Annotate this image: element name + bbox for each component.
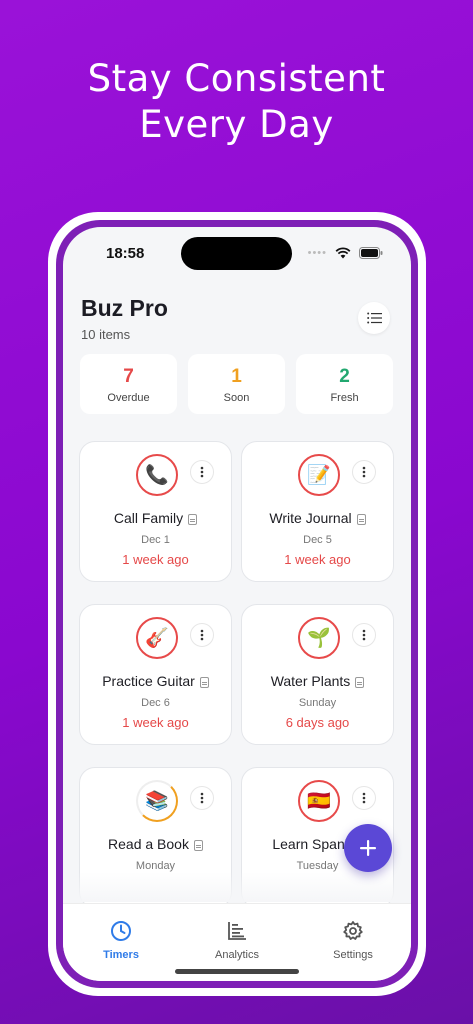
card-elapsed: 1 week ago bbox=[122, 715, 189, 730]
card-title: Water Plants bbox=[242, 673, 393, 689]
card-title-text: Read a Book bbox=[108, 836, 189, 852]
spain-flag-icon: 🇪🇸 bbox=[298, 780, 340, 822]
card-title-text: Practice Guitar bbox=[102, 673, 195, 689]
note-icon bbox=[193, 839, 203, 851]
bar-chart-icon bbox=[228, 922, 246, 940]
timer-card-write-journal[interactable]: 📝 Write Journal Dec 5 1 week ago bbox=[241, 441, 394, 582]
more-options-button[interactable] bbox=[352, 623, 376, 647]
card-title: Read a Book bbox=[80, 836, 231, 852]
more-vertical-icon bbox=[362, 792, 366, 804]
stat-fresh-value: 2 bbox=[339, 366, 350, 387]
timer-card-water-plants[interactable]: 🌱 Water Plants Sunday 6 days ago bbox=[241, 604, 394, 745]
tab-analytics[interactable]: Analytics bbox=[187, 920, 287, 961]
timer-card-call-family[interactable]: 📞 Call Family Dec 1 1 week ago bbox=[79, 441, 232, 582]
more-vertical-icon bbox=[362, 629, 366, 641]
tab-settings[interactable]: Settings bbox=[303, 920, 403, 961]
books-icon: 📚 bbox=[136, 780, 178, 822]
phone-screen: 18:58 •••• Buz Pro 10 items 7 Overdue 1 … bbox=[63, 227, 411, 981]
headline: Stay Consistent Every Day bbox=[0, 56, 473, 148]
scroll-fade bbox=[63, 872, 411, 902]
card-title: Call Family bbox=[80, 510, 231, 526]
card-title: Practice Guitar bbox=[80, 673, 231, 689]
headline-line-2: Every Day bbox=[139, 103, 334, 146]
list-icon bbox=[366, 312, 382, 324]
card-elapsed: 1 week ago bbox=[284, 552, 351, 567]
stat-soon[interactable]: 1 Soon bbox=[188, 354, 285, 414]
stat-overdue-label: Overdue bbox=[107, 392, 150, 404]
wifi-icon bbox=[335, 247, 351, 259]
headline-line-1: Stay Consistent bbox=[87, 57, 386, 100]
card-elapsed: 1 week ago bbox=[122, 552, 189, 567]
more-options-button[interactable] bbox=[352, 460, 376, 484]
card-title: Write Journal bbox=[242, 510, 393, 526]
card-date: Monday bbox=[135, 860, 176, 872]
more-options-button[interactable] bbox=[190, 623, 214, 647]
list-view-button[interactable] bbox=[358, 302, 390, 334]
stat-soon-value: 1 bbox=[231, 366, 242, 387]
stat-fresh-label: Fresh bbox=[330, 392, 359, 404]
card-date: Dec 5 bbox=[303, 534, 332, 546]
card-title-text: Call Family bbox=[113, 510, 184, 526]
more-vertical-icon bbox=[362, 466, 366, 478]
tab-analytics-label: Analytics bbox=[214, 949, 260, 961]
guitar-icon: 🎸 bbox=[136, 617, 178, 659]
card-title-text: Water Plants bbox=[270, 673, 351, 689]
more-options-button[interactable] bbox=[190, 460, 214, 484]
page-title: Buz Pro bbox=[81, 295, 168, 321]
stat-soon-label: Soon bbox=[223, 392, 250, 404]
note-icon bbox=[356, 513, 366, 525]
seedling-icon: 🌱 bbox=[298, 617, 340, 659]
item-count: 10 items bbox=[81, 327, 131, 342]
stat-overdue-value: 7 bbox=[123, 366, 134, 387]
card-date: Sunday bbox=[298, 697, 337, 709]
tab-timers-label: Timers bbox=[103, 949, 139, 961]
stat-fresh[interactable]: 2 Fresh bbox=[296, 354, 393, 414]
tab-settings-label: Settings bbox=[333, 949, 373, 961]
timer-card-practice-guitar[interactable]: 🎸 Practice Guitar Dec 6 1 week ago bbox=[79, 604, 232, 745]
more-vertical-icon bbox=[200, 466, 204, 478]
more-options-button[interactable] bbox=[352, 786, 376, 810]
note-icon bbox=[199, 676, 209, 688]
status-time: 18:58 bbox=[106, 245, 145, 262]
card-elapsed: 6 days ago bbox=[285, 715, 350, 730]
tab-timers[interactable]: Timers bbox=[71, 920, 171, 961]
card-date: Dec 1 bbox=[141, 534, 170, 546]
card-title-text: Write Journal bbox=[269, 510, 352, 526]
memo-icon: 📝 bbox=[298, 454, 340, 496]
note-icon bbox=[188, 513, 198, 525]
add-timer-button[interactable] bbox=[344, 824, 392, 872]
stat-overdue[interactable]: 7 Overdue bbox=[80, 354, 177, 414]
gear-icon bbox=[343, 921, 363, 940]
more-options-button[interactable] bbox=[190, 786, 214, 810]
plus-icon bbox=[360, 840, 376, 856]
clock-icon bbox=[111, 921, 131, 941]
status-icons: •••• bbox=[308, 247, 383, 259]
note-icon bbox=[355, 676, 365, 688]
signal-dots-icon: •••• bbox=[307, 247, 327, 259]
dynamic-island bbox=[181, 237, 292, 270]
card-date: Dec 6 bbox=[141, 697, 170, 709]
home-indicator bbox=[175, 969, 299, 974]
phone-icon: 📞 bbox=[136, 454, 178, 496]
more-vertical-icon bbox=[200, 629, 204, 641]
battery-icon bbox=[359, 247, 383, 259]
more-vertical-icon bbox=[200, 792, 204, 804]
